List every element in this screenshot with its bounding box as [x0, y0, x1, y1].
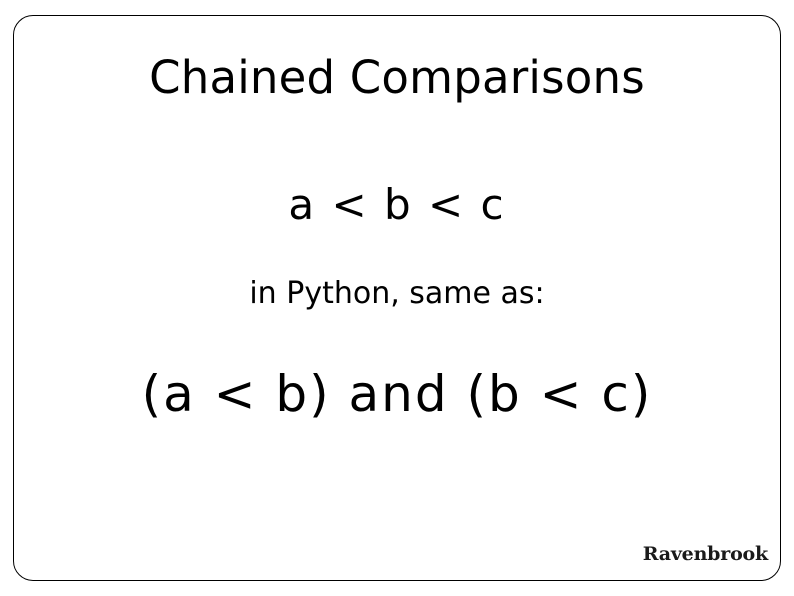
equivalence-note: in Python, same as:	[249, 276, 545, 311]
expression-expanded-comparison: (a < b) and (b < c)	[141, 365, 653, 423]
expression-chained-comparison: a < b < c	[288, 180, 506, 229]
brand-logo: Ravenbrook	[642, 543, 768, 565]
page-title: Chained Comparisons	[149, 51, 645, 104]
slide: Chained Comparisons a < b < c in Python,…	[0, 0, 794, 596]
